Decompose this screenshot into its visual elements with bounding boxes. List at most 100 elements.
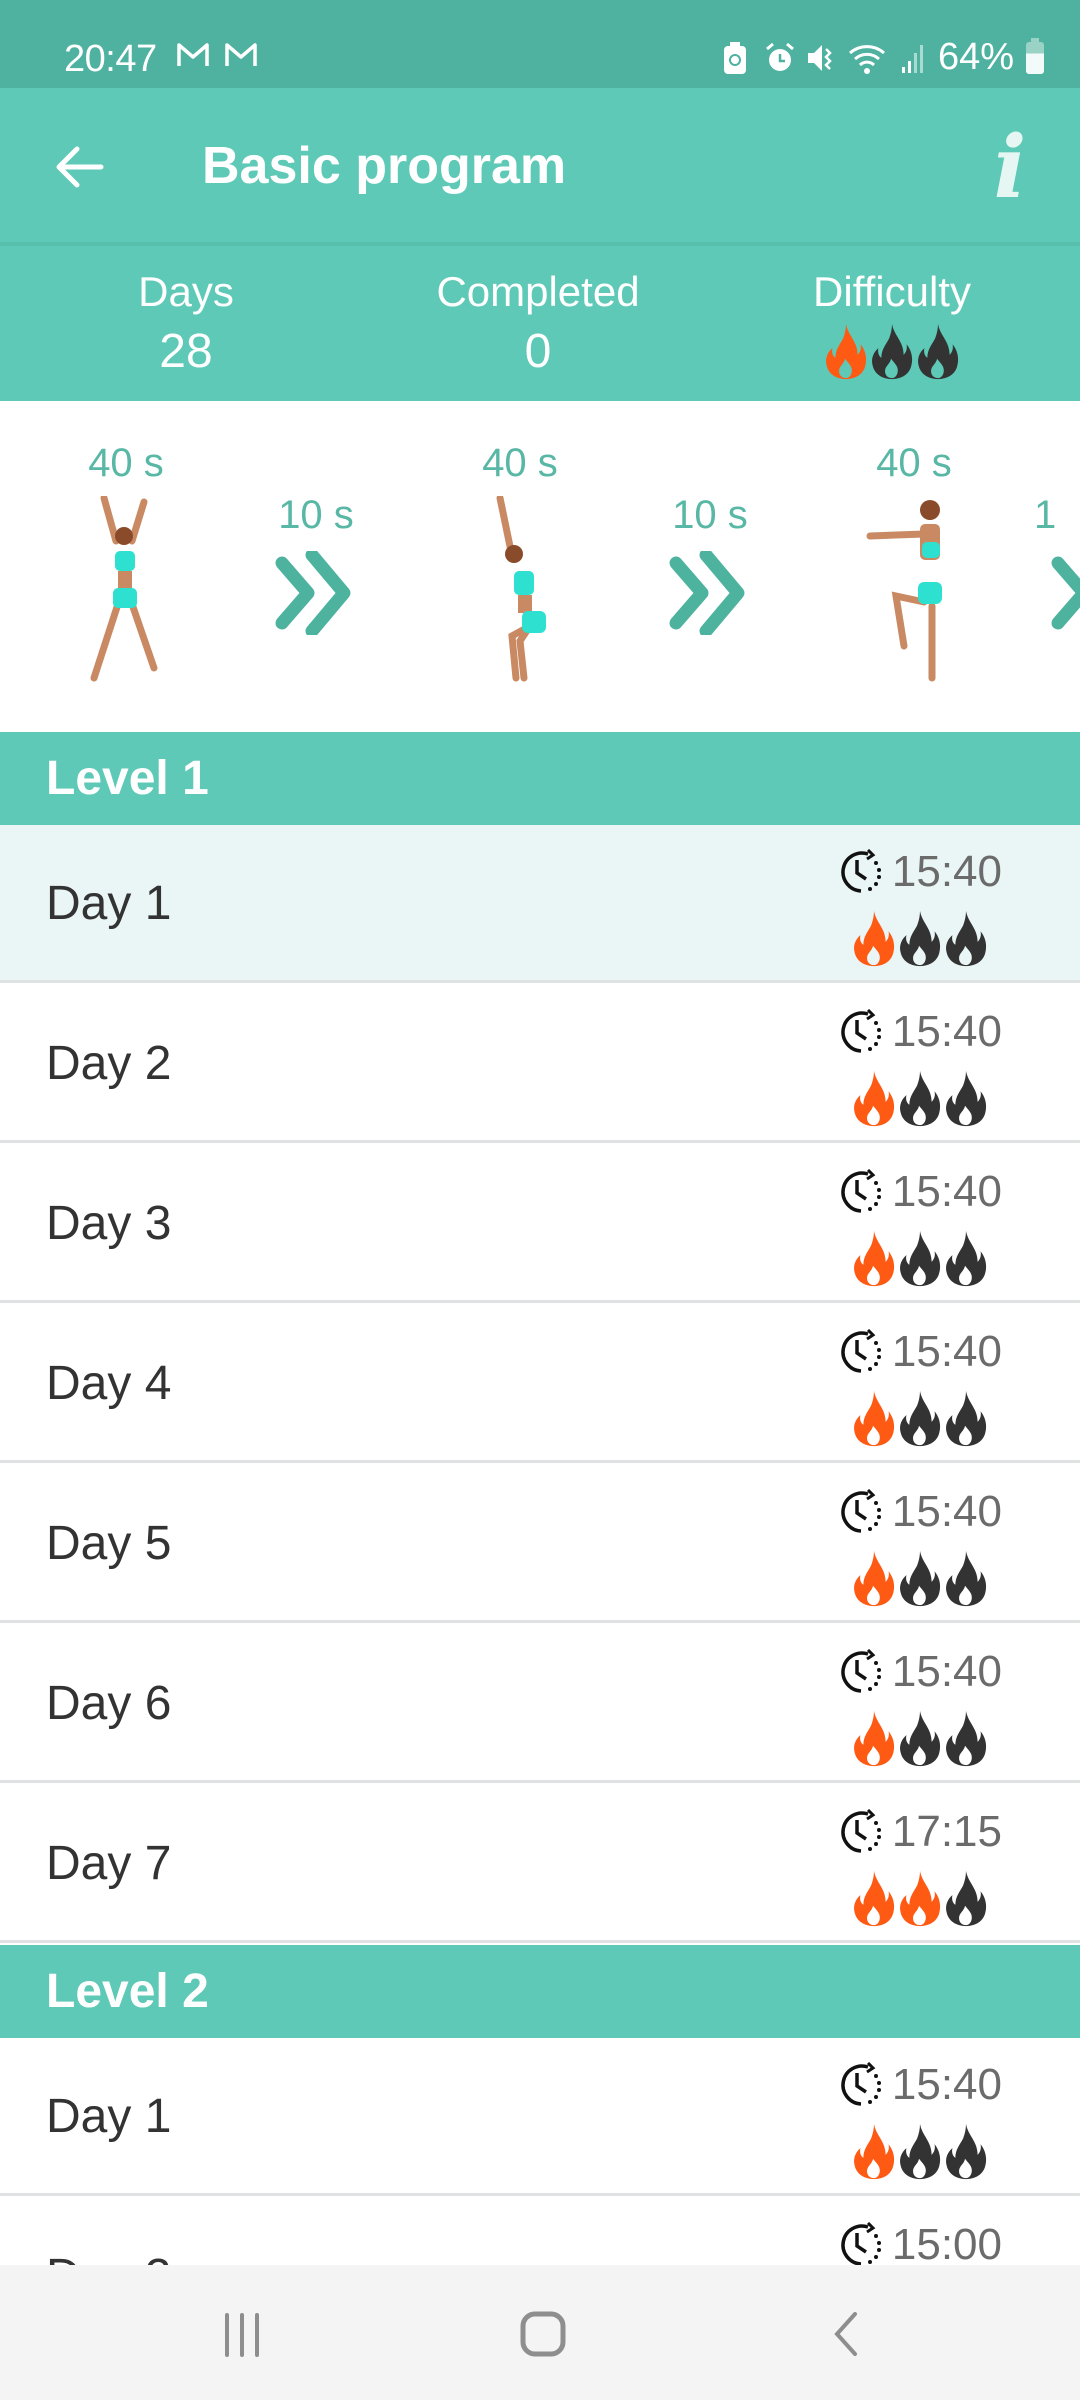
jumping-jack-figure-icon [90, 496, 158, 682]
day-row[interactable]: Day 4 15:40 [0, 1305, 1080, 1463]
battery-icon [1026, 37, 1044, 74]
wifi-icon [848, 41, 888, 75]
day-duration: 15:00 [822, 2220, 1002, 2270]
day-row[interactable]: Day 1 15:40 [0, 825, 1080, 983]
exercise-duration: 40 s [876, 441, 952, 485]
rest-duration: 10 s [672, 493, 748, 537]
day-duration-value: 15:40 [891, 847, 1002, 896]
status-bar: 20:47 64% [0, 0, 1080, 88]
double-chevron-right-icon [275, 551, 351, 635]
day-difficulty [822, 909, 1002, 969]
day-duration-value: 15:40 [891, 2060, 1002, 2109]
day-meta: 15:40 [822, 847, 1002, 969]
day-label: Day 1 [46, 2090, 172, 2143]
day-duration: 15:40 [822, 1007, 1002, 1057]
day-duration-value: 17:15 [891, 1807, 1002, 1856]
flame-inactive-icon [946, 1550, 987, 1607]
day-row[interactable]: Day 6 15:40 [0, 1625, 1080, 1783]
recents-button[interactable] [192, 2295, 292, 2375]
flame-inactive-icon [900, 910, 941, 967]
clock-icon [841, 849, 881, 893]
day-duration-value: 15:40 [891, 1487, 1002, 1536]
day-meta: 15:40 [822, 1167, 1002, 1289]
day-difficulty [822, 1549, 1002, 1609]
day-meta: 15:40 [822, 1327, 1002, 1449]
exercise-item[interactable]: 40 s [440, 401, 600, 732]
flame-active-icon [854, 1710, 895, 1767]
day-row[interactable]: Day 5 15:40 [0, 1465, 1080, 1623]
back-chevron-icon [834, 2312, 857, 2356]
day-row[interactable]: Day 2 15:40 [0, 985, 1080, 1143]
clock-icon [841, 1649, 881, 1693]
level-header: Level 1 [0, 732, 1080, 825]
day-duration: 15:40 [822, 1647, 1002, 1697]
flame-inactive-icon [946, 2123, 987, 2180]
rest-duration: 1 [1034, 493, 1057, 537]
exercise-duration: 40 s [482, 441, 558, 485]
exercise-item[interactable]: 40 s [834, 401, 994, 732]
day-duration-value: 15:40 [891, 1167, 1002, 1216]
day-duration-value: 15:00 [891, 2220, 1002, 2269]
day-row[interactable]: Day 7 17:15 [0, 1785, 1080, 1943]
day-duration: 15:40 [822, 2060, 1002, 2110]
stat-difficulty-label: Difficulty [813, 268, 971, 315]
rest-item: 10 s [246, 401, 386, 732]
flame-inactive-icon [946, 910, 987, 967]
day-difficulty [822, 1229, 1002, 1289]
flame-inactive-icon [900, 1390, 941, 1447]
arrow-left-icon [56, 146, 104, 188]
stat-difficulty: Difficulty [704, 246, 1080, 401]
home-button[interactable] [494, 2295, 594, 2375]
program-stats: Days 28 Completed 0 Difficulty [0, 246, 1080, 401]
exercise-duration: 40 s [88, 441, 164, 485]
day-meta: 15:40 [822, 1487, 1002, 1609]
flame-inactive-icon [900, 1230, 941, 1287]
day-meta: 15:40 [822, 1647, 1002, 1769]
stat-completed-value: 0 [524, 325, 552, 378]
flame-inactive-icon [872, 323, 913, 380]
gmail-icon [224, 42, 258, 76]
day-label: Day 4 [46, 1357, 172, 1410]
flame-active-icon [854, 2123, 895, 2180]
day-difficulty [822, 1069, 1002, 1129]
flame-inactive-icon [900, 1070, 941, 1127]
flame-active-icon [854, 1070, 895, 1127]
day-meta: 15:40 [822, 1007, 1002, 1129]
exercise-item[interactable]: 40 s [46, 401, 206, 732]
day-row[interactable]: Day 3 15:40 [0, 1145, 1080, 1303]
level-header: Level 2 [0, 1945, 1080, 2038]
flame-active-icon [854, 1230, 895, 1287]
flame-active-icon [826, 323, 867, 380]
page-title: Basic program [202, 137, 567, 195]
info-button[interactable]: i [970, 118, 1050, 218]
clock-icon [841, 1489, 881, 1533]
flame-inactive-icon [900, 1710, 941, 1767]
difficulty-rating [704, 322, 1080, 382]
chevron-right-icon [1051, 556, 1080, 630]
day-duration: 15:40 [822, 1487, 1002, 1537]
day-difficulty [822, 1389, 1002, 1449]
flame-inactive-icon [900, 2123, 941, 2180]
stat-days-label: Days [138, 268, 234, 315]
back-nav-button[interactable] [796, 2295, 896, 2375]
flame-active-icon [854, 1870, 895, 1927]
day-label: Day 1 [46, 877, 172, 930]
clock-icon [841, 1009, 881, 1053]
rest-item: 10 s [640, 401, 780, 732]
flame-inactive-icon [900, 1550, 941, 1607]
flame-active-icon [854, 1550, 895, 1607]
stat-completed: Completed 0 [372, 246, 704, 401]
flame-inactive-icon [946, 1070, 987, 1127]
exercise-preview-strip[interactable]: 40 s 10 s 40 s 10 s 40 s 1 [0, 401, 1080, 732]
back-button[interactable] [44, 132, 114, 202]
stat-completed-label: Completed [436, 268, 640, 315]
rest-duration: 10 s [278, 493, 354, 537]
day-row[interactable]: Day 1 15:40 [0, 2038, 1080, 2196]
day-meta: 17:15 [822, 1807, 1002, 1929]
stat-days-value: 28 [159, 325, 213, 378]
day-meta: 15:40 [822, 2060, 1002, 2182]
flame-inactive-icon [946, 1230, 987, 1287]
day-duration-value: 15:40 [891, 1007, 1002, 1056]
day-duration: 15:40 [822, 1167, 1002, 1217]
battery-percent: 64% [937, 36, 1014, 78]
